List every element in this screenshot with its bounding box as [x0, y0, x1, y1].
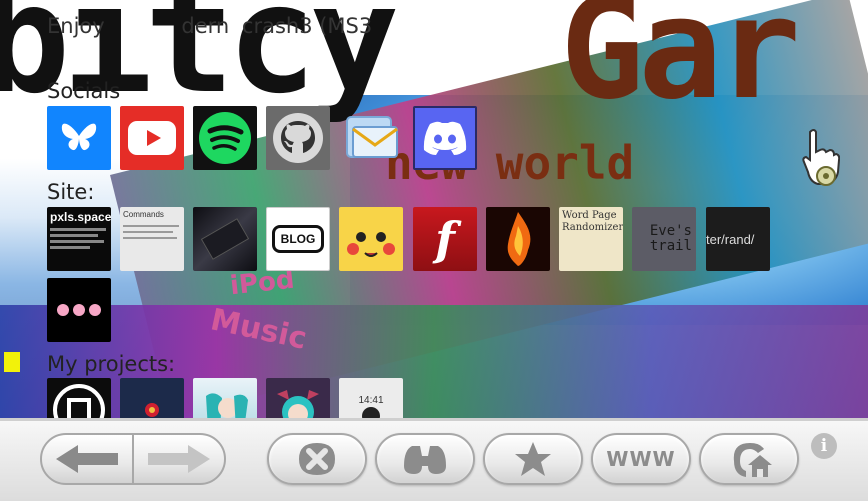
- search-button[interactable]: [375, 433, 475, 485]
- project-red-flower-link[interactable]: [120, 378, 184, 418]
- device-image: [200, 218, 250, 260]
- info-button[interactable]: i: [811, 433, 837, 459]
- forward-button[interactable]: [134, 435, 224, 483]
- mail-link[interactable]: [339, 106, 403, 170]
- project-cube-link[interactable]: [47, 378, 111, 418]
- right-arrow-icon: [148, 445, 210, 473]
- spotify-icon: [199, 112, 251, 164]
- discord-icon: [423, 121, 467, 155]
- pikachu-link[interactable]: [339, 207, 403, 271]
- cube-icon: [53, 384, 105, 418]
- star-icon: [515, 442, 551, 476]
- face-icon: [362, 406, 380, 418]
- intro-text-middle: dern: [181, 14, 230, 38]
- intro-text: Enjoy: [47, 14, 105, 38]
- intro-line: Enjoy dern crash3 (MS3: [47, 14, 372, 38]
- intro-text-tail[interactable]: crash3 (MS3: [242, 14, 372, 38]
- www-button[interactable]: WWW: [591, 433, 691, 485]
- rand-path-label: ter/rand/: [706, 231, 755, 247]
- anime-girl-icon: [277, 390, 319, 418]
- page-viewport: bitcy Gar new world iPod Music Enjoy der…: [0, 0, 868, 418]
- projects-heading: My projects:: [47, 352, 176, 376]
- bluesky-icon: [61, 123, 97, 151]
- pxls-space-link[interactable]: pxls.space: [47, 207, 111, 271]
- blog-link[interactable]: BLOG: [266, 207, 330, 271]
- dark-device-link[interactable]: [193, 207, 257, 271]
- binoculars-icon: [404, 446, 446, 474]
- bluesky-link[interactable]: [47, 106, 111, 170]
- rand-path-link[interactable]: ter/rand/: [706, 207, 770, 271]
- miku-icon: [206, 393, 248, 418]
- project-miku-link[interactable]: [193, 378, 257, 418]
- flash-link[interactable]: f: [413, 207, 477, 271]
- youtube-link[interactable]: [120, 106, 184, 170]
- yellow-marker: [4, 352, 20, 372]
- site-heading: Site:: [47, 180, 95, 204]
- eves-trail-label: Eve's trail: [649, 222, 692, 254]
- blog-icon: BLOG: [271, 225, 325, 253]
- pxls-space-label: pxls.space: [50, 210, 111, 224]
- left-arrow-icon: [56, 445, 118, 473]
- word-page-randomizer-label: Word Page Randomizer: [562, 210, 623, 233]
- stop-button[interactable]: [267, 433, 367, 485]
- www-label: WWW: [606, 447, 676, 471]
- fire-icon: [507, 212, 531, 266]
- home-icon: [733, 443, 772, 477]
- home-button[interactable]: [699, 433, 799, 485]
- back-button[interactable]: [42, 435, 132, 483]
- more-links-button[interactable]: [47, 278, 111, 342]
- more-dots-icon: [57, 304, 101, 316]
- pikachu-icon: [347, 232, 395, 257]
- spotify-link[interactable]: [193, 106, 257, 170]
- youtube-icon: [128, 121, 176, 155]
- fire-figure-link[interactable]: [486, 207, 550, 271]
- discord-link[interactable]: [413, 106, 477, 170]
- commands-page-link[interactable]: Commands: [120, 207, 184, 271]
- flower-icon: [145, 403, 159, 417]
- clock-time-label: 14:41: [358, 394, 384, 406]
- project-anime-girl-link[interactable]: [266, 378, 330, 418]
- mail-icon: [346, 116, 398, 158]
- github-link[interactable]: [266, 106, 330, 170]
- github-icon: [273, 113, 323, 163]
- eves-trail-link[interactable]: Eve's trail: [632, 207, 696, 271]
- socials-heading: Socials: [47, 79, 121, 103]
- favorites-button[interactable]: [483, 433, 583, 485]
- close-x-icon: [299, 443, 335, 475]
- project-clock-link[interactable]: 14:41: [339, 378, 403, 418]
- browser-toolbar: WWW i: [0, 418, 868, 501]
- page-content: Enjoy dern crash3 (MS3 Socials Site: pxl…: [0, 0, 868, 418]
- flash-icon: f: [435, 212, 455, 266]
- hand-cursor: [800, 128, 841, 190]
- commands-label: Commands: [123, 210, 164, 219]
- word-page-randomizer-link[interactable]: Word Page Randomizer: [559, 207, 623, 271]
- back-forward-group: [40, 433, 226, 485]
